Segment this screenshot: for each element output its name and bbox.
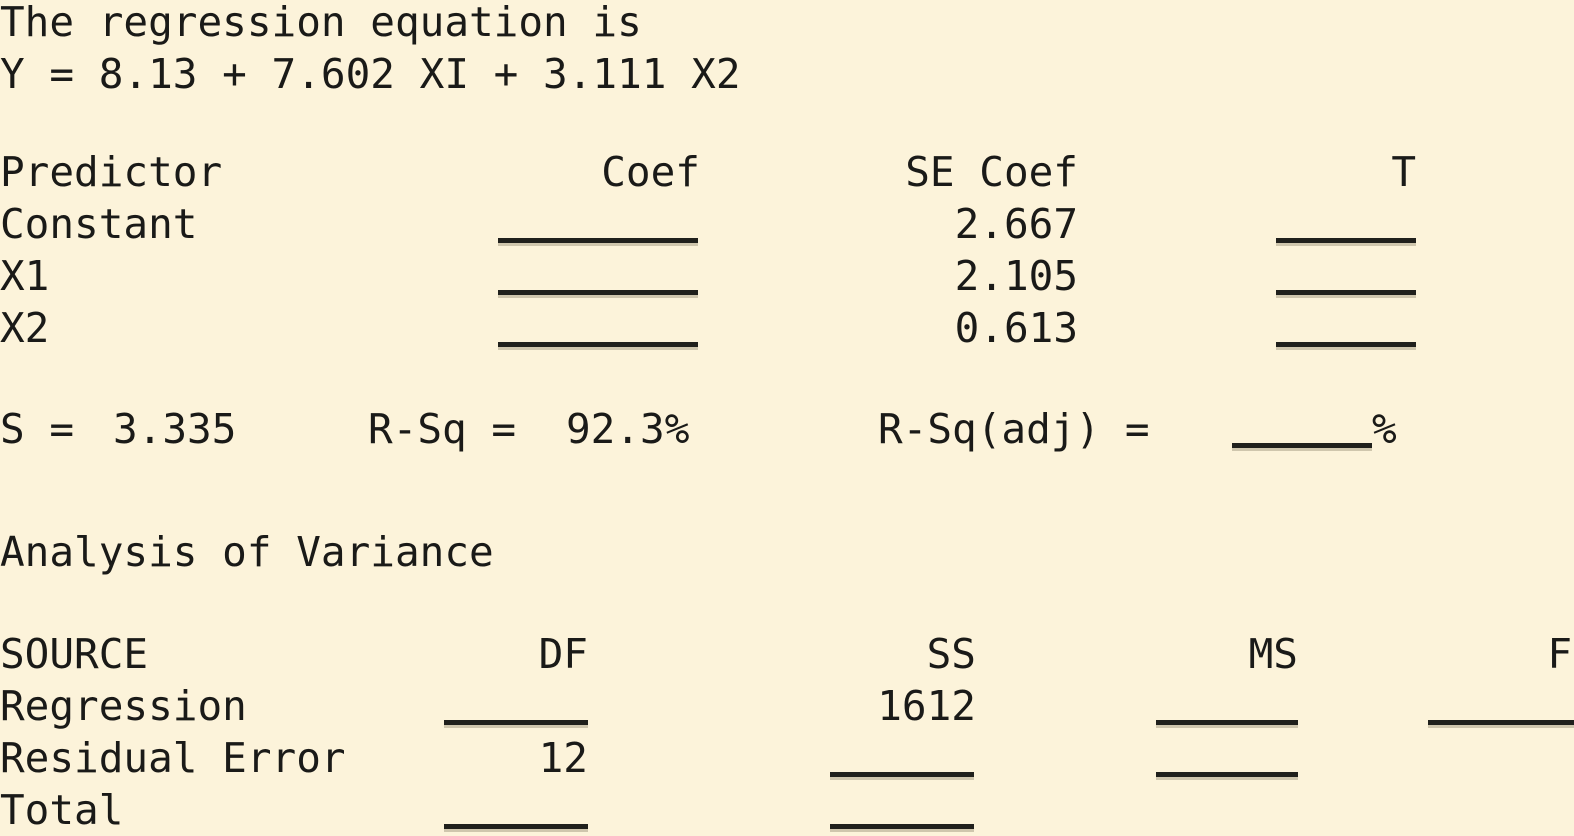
anova-row-total-df-blank[interactable]	[444, 824, 588, 829]
anova-row-regression-label: Regression	[0, 682, 247, 730]
anova-row-total-label: Total	[0, 786, 124, 834]
anova-row-residual-error-ms-blank[interactable]	[1156, 772, 1298, 777]
predictor-row-x1-se-coef: 2.105	[954, 252, 1078, 300]
summary-s-value: 3.335	[113, 405, 237, 453]
anova-row-regression-ms-blank[interactable]	[1156, 720, 1298, 725]
summary-s-label: S =	[0, 405, 75, 453]
anova-row-residual-error-ss-blank[interactable]	[830, 772, 974, 777]
predictor-row-x2-coef-blank[interactable]	[498, 342, 698, 347]
summary-rsq-adj-percent-sign: %	[1372, 405, 1397, 453]
predictor-row-constant-t-blank[interactable]	[1276, 238, 1416, 243]
predictor-row-x1-t-blank[interactable]	[1276, 290, 1416, 295]
regression-equation-heading: The regression equation is	[0, 0, 642, 46]
anova-row-regression-ss: 1612	[877, 682, 976, 730]
anova-header-df: DF	[538, 630, 588, 678]
anova-header-ss: SS	[926, 630, 976, 678]
anova-row-total-ss-blank[interactable]	[830, 824, 974, 829]
anova-row-regression-df-blank[interactable]	[444, 720, 588, 725]
predictor-row-x2-label: X2	[0, 304, 50, 352]
predictor-row-constant-coef-blank[interactable]	[498, 238, 698, 243]
anova-row-residual-error-label: Residual Error	[0, 734, 346, 782]
predictor-row-x2-t-blank[interactable]	[1276, 342, 1416, 347]
summary-rsq-value: 92.3%	[566, 405, 690, 453]
anova-title: Analysis of Variance	[0, 528, 494, 576]
minitab-regression-output: The regression equation is Y = 8.13 + 7.…	[0, 0, 1574, 834]
summary-rsq-adj-label: R-Sq(adj) =	[878, 405, 1150, 453]
predictor-header-t: T	[1391, 148, 1416, 196]
predictor-row-x1-label: X1	[0, 252, 50, 300]
predictor-row-x2-se-coef: 0.613	[954, 304, 1078, 352]
anova-header-ms: MS	[1248, 630, 1298, 678]
predictor-row-constant-label: Constant	[0, 200, 198, 248]
summary-rsq-adj-blank[interactable]	[1232, 443, 1372, 448]
summary-rsq-label: R-Sq =	[368, 405, 517, 453]
predictor-row-x1-coef-blank[interactable]	[498, 290, 698, 295]
predictor-header-coef: Coef	[601, 148, 700, 196]
predictor-header-predictor: Predictor	[0, 148, 223, 196]
predictor-header-se-coef: SE Coef	[905, 148, 1078, 196]
anova-header-source: SOURCE	[0, 630, 149, 678]
predictor-row-constant-se-coef: 2.667	[954, 200, 1078, 248]
anova-header-f: F	[1547, 630, 1572, 678]
regression-equation: Y = 8.13 + 7.602 XI + 3.111 X2	[0, 50, 741, 98]
anova-row-residual-error-df: 12	[538, 734, 588, 782]
anova-row-regression-f-blank[interactable]	[1428, 720, 1574, 725]
